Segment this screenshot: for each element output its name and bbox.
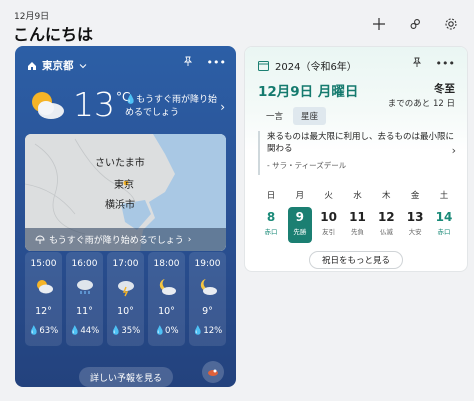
quote-text: 来るものは最大限に利用し、去るものは最小限に関わる (267, 132, 455, 155)
map-label-tokyo: 東京 (114, 180, 134, 191)
solar-term-countdown: までのあと 12 日 (387, 99, 455, 109)
raindrop-icon: 💧 (125, 95, 137, 105)
moon-cloud-icon (198, 277, 218, 297)
more-options-icon[interactable]: ••• (207, 56, 226, 69)
day-column[interactable]: 火 10 友引 (316, 189, 342, 243)
chevron-right-icon[interactable]: › (220, 100, 225, 114)
current-date: 12月9日 月曜日 (258, 84, 359, 100)
map-label-saitama: さいたま市 (95, 158, 145, 169)
day-column[interactable]: 木 12 仏滅 (373, 189, 399, 243)
chevron-right-icon[interactable]: › (452, 144, 456, 157)
pin-icon[interactable] (183, 56, 193, 69)
weather-assistant-icon[interactable] (202, 361, 224, 383)
day-cell[interactable]: 8 赤口 (259, 207, 283, 243)
daily-quote[interactable]: 来るものは最大限に利用し、去るものは最小限に関わる - サラ・ティーズデール › (258, 131, 456, 175)
umbrella-icon (35, 235, 45, 244)
map-label-yokohama: 横浜市 (105, 200, 135, 211)
precipitation-map[interactable]: さいたま市 東京 横浜市 もうすぐ雨が降り始めるでしょう › (25, 134, 226, 251)
day-column[interactable]: 土 14 赤口 (431, 189, 457, 243)
day-column[interactable]: 日 8 赤口 (258, 189, 284, 243)
cloud-sun-rain-icon (34, 277, 54, 297)
more-holidays-button[interactable]: 祝日をもっと見る (309, 251, 403, 269)
detailed-forecast-button[interactable]: 詳しい予報を見る (79, 367, 173, 387)
day-cell[interactable]: 13 大安 (403, 207, 427, 243)
day-cell-today[interactable]: 9 先勝 (287, 207, 312, 243)
hour-tile[interactable]: 15:00 12° 💧63% (25, 252, 62, 346)
hour-tile[interactable]: 19:00 9° 💧12% (189, 252, 226, 346)
tab-quote[interactable]: 一言 (258, 107, 291, 125)
weather-alert[interactable]: 💧もうすぐ雨が降り始めるでしょう (125, 94, 220, 120)
chevron-down-icon (79, 63, 86, 68)
home-icon (28, 61, 36, 70)
storm-icon (116, 277, 136, 297)
day-cell[interactable]: 11 先負 (345, 207, 369, 243)
calendar-tabs: 一言 星座 (258, 107, 327, 125)
calendar-icon (258, 61, 269, 71)
greeting: こんにちは (13, 25, 94, 44)
more-options-icon[interactable]: ••• (436, 57, 455, 70)
solar-term: 冬至 (434, 83, 455, 95)
weather-widget[interactable]: 東京都 ••• 13 °C 💧もうすぐ雨が降り始めるでしょう › さいたま市 東… (15, 46, 236, 387)
current-temperature: 13 (73, 85, 115, 124)
day-cell[interactable]: 10 友引 (317, 207, 341, 243)
gear-icon[interactable] (442, 15, 460, 33)
top-toolbar (370, 15, 460, 33)
day-cell[interactable]: 14 赤口 (432, 207, 456, 243)
hour-tile[interactable]: 17:00 10° 💧35% (107, 252, 144, 346)
day-column[interactable]: 金 13 大安 (402, 189, 428, 243)
week-days: 日 8 赤口 月 9 先勝 火 10 友引 水 11 先負 木 12 仏滅 金 … (258, 189, 457, 243)
day-column[interactable]: 水 11 先負 (344, 189, 370, 243)
day-cell[interactable]: 12 仏滅 (374, 207, 398, 243)
partly-cloudy-icon (27, 86, 67, 126)
location-label: 東京都 (42, 60, 74, 72)
hour-tile[interactable]: 18:00 10° 💧0% (148, 252, 185, 346)
plus-icon[interactable] (370, 15, 388, 33)
rain-icon (75, 277, 95, 297)
map-banner[interactable]: もうすぐ雨が降り始めるでしょう › (25, 228, 226, 251)
day-column[interactable]: 月 9 先勝 (287, 189, 313, 243)
people-icon[interactable] (406, 15, 424, 33)
moon-cloud-icon (157, 277, 177, 297)
year-label: 2024（令和6年） (275, 62, 357, 73)
pin-icon[interactable] (412, 57, 422, 70)
calendar-widget[interactable]: 2024（令和6年） ••• 12月9日 月曜日 冬至 までのあと 12 日 一… (244, 46, 468, 272)
hour-tile[interactable]: 16:00 11° 💧44% (66, 252, 103, 346)
tab-horoscope[interactable]: 星座 (293, 107, 327, 125)
hourly-forecast: 15:00 12° 💧63% 16:00 11° 💧44% 17:00 10° … (25, 252, 226, 346)
weather-location[interactable]: 東京都 (27, 58, 87, 73)
quote-author: - サラ・ティーズデール (267, 160, 347, 170)
chevron-right-icon: › (187, 234, 192, 245)
